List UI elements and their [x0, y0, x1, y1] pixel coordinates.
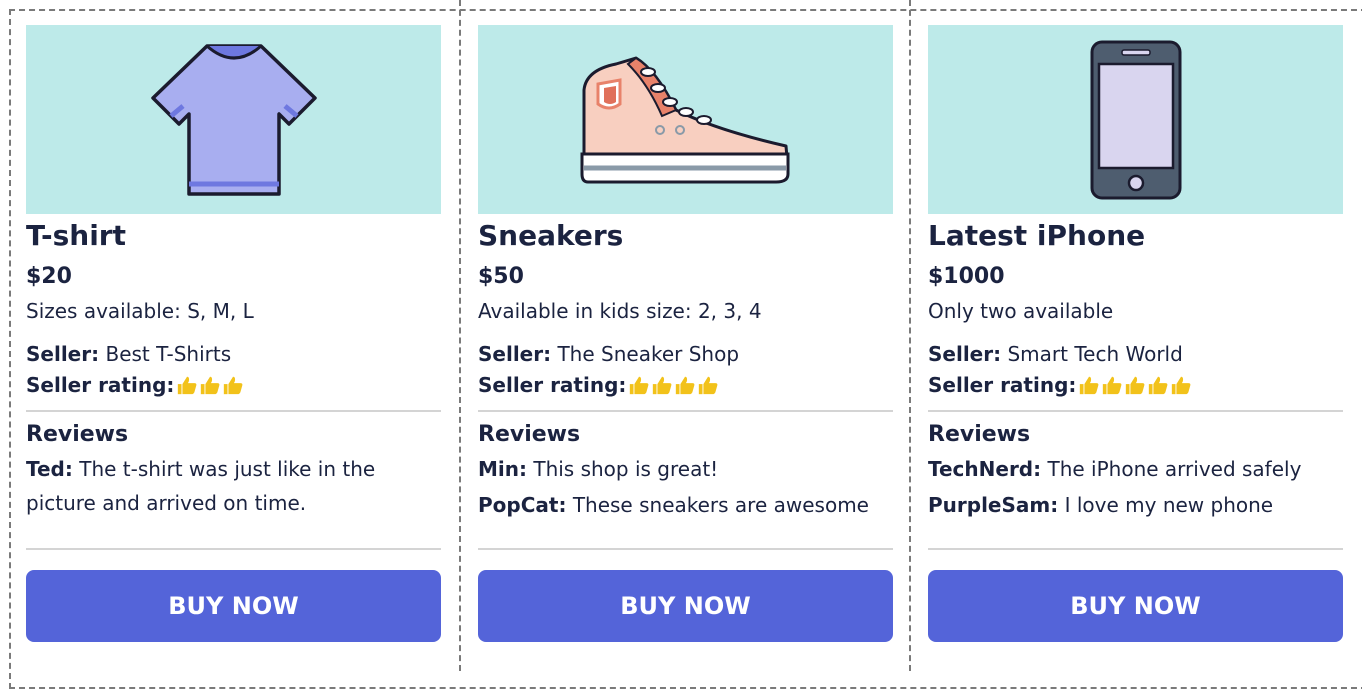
tshirt-icon: [150, 43, 317, 196]
divider: [26, 548, 441, 550]
reviews-list: Min: This shop is great! PopCat: These s…: [478, 452, 892, 542]
review-author: Ted:: [26, 457, 73, 481]
thumbs-up-icon: [1172, 376, 1191, 395]
thumbs-up-icon: [1103, 376, 1122, 395]
product-name: T-shirt: [26, 219, 126, 252]
thumbs-up-icon: [1126, 376, 1145, 395]
product-card-iphone: Latest iPhone $1000 Only two available S…: [909, 0, 1359, 671]
review-text: These sneakers are awesome: [572, 493, 869, 517]
phone-icon: [1090, 40, 1181, 199]
seller-name: Best T-Shirts: [105, 342, 232, 366]
seller-label: Seller:: [26, 342, 100, 366]
product-card-tshirt: T-shirt $20 Sizes available: S, M, L Sel…: [9, 0, 459, 671]
seller-line: Seller: Best T-Shirts: [26, 340, 442, 368]
review-author: PopCat:: [478, 493, 567, 517]
reviews-list: TechNerd: The iPhone arrived safely Purp…: [928, 452, 1342, 542]
thumbs-up-icon: [201, 376, 220, 395]
seller-rating: Seller rating:: [26, 370, 442, 400]
seller-line: Seller: The Sneaker Shop: [478, 340, 892, 368]
product-name: Sneakers: [478, 219, 624, 252]
thumbs-up-icon: [653, 376, 672, 395]
product-image: [26, 25, 441, 214]
thumbs-up-icon: [699, 376, 718, 395]
review-item: Ted: The t-shirt was just like in the pi…: [26, 452, 442, 520]
review-author: PurpleSam:: [928, 493, 1059, 517]
review-text: I love my new phone: [1064, 493, 1274, 517]
reviews-heading: Reviews: [928, 422, 1031, 447]
seller-label: Seller:: [928, 342, 1002, 366]
review-item: PurpleSam: I love my new phone: [928, 488, 1342, 522]
review-author: TechNerd:: [928, 457, 1042, 481]
seller-name: Smart Tech World: [1007, 342, 1183, 366]
product-image: [478, 25, 893, 214]
product-card-sneakers: Sneakers $50 Available in kids size: 2, …: [459, 0, 909, 671]
buy-now-button[interactable]: BUY NOW: [26, 570, 441, 642]
review-text: The iPhone arrived safely: [1047, 457, 1302, 481]
thumbs-up-icon: [224, 376, 243, 395]
product-image: [928, 25, 1343, 214]
review-text: This shop is great!: [533, 457, 719, 481]
product-name: Latest iPhone: [928, 219, 1146, 252]
seller-line: Seller: Smart Tech World: [928, 340, 1342, 368]
buy-now-button[interactable]: BUY NOW: [928, 570, 1343, 642]
divider: [26, 410, 441, 412]
seller-rating: Seller rating:: [928, 370, 1342, 400]
product-description: Only two available: [928, 299, 1114, 323]
thumbs-up-icon: [676, 376, 695, 395]
reviews-heading: Reviews: [26, 422, 129, 447]
thumbs-up-icon: [178, 376, 197, 395]
divider: [478, 410, 893, 412]
product-description: Sizes available: S, M, L: [26, 299, 254, 323]
reviews-heading: Reviews: [478, 422, 581, 447]
thumbs-up-icon: [630, 376, 649, 395]
product-description: Available in kids size: 2, 3, 4: [478, 299, 762, 323]
seller-name: The Sneaker Shop: [557, 342, 740, 366]
sneaker-icon: [580, 56, 789, 183]
reviews-list: Ted: The t-shirt was just like in the pi…: [26, 452, 442, 542]
product-price: $20: [26, 264, 72, 289]
seller-rating-label: Seller rating:: [26, 373, 175, 397]
seller-rating: Seller rating:: [478, 370, 892, 400]
product-price: $1000: [928, 264, 1005, 289]
rating-thumbs: [176, 374, 244, 396]
buy-now-button[interactable]: BUY NOW: [478, 570, 893, 642]
review-author: Min:: [478, 457, 527, 481]
thumbs-up-icon: [1080, 376, 1099, 395]
product-price: $50: [478, 264, 524, 289]
seller-rating-label: Seller rating:: [928, 373, 1077, 397]
review-text: The t-shirt was just like in the picture…: [26, 457, 376, 515]
review-item: Min: This shop is great!: [478, 452, 892, 486]
seller-label: Seller:: [478, 342, 552, 366]
rating-thumbs: [1078, 374, 1192, 396]
divider: [928, 548, 1343, 550]
divider: [928, 410, 1343, 412]
review-item: PopCat: These sneakers are awesome: [478, 488, 892, 522]
thumbs-up-icon: [1149, 376, 1168, 395]
review-item: TechNerd: The iPhone arrived safely: [928, 452, 1342, 486]
divider: [478, 548, 893, 550]
seller-rating-label: Seller rating:: [478, 373, 627, 397]
rating-thumbs: [628, 374, 719, 396]
